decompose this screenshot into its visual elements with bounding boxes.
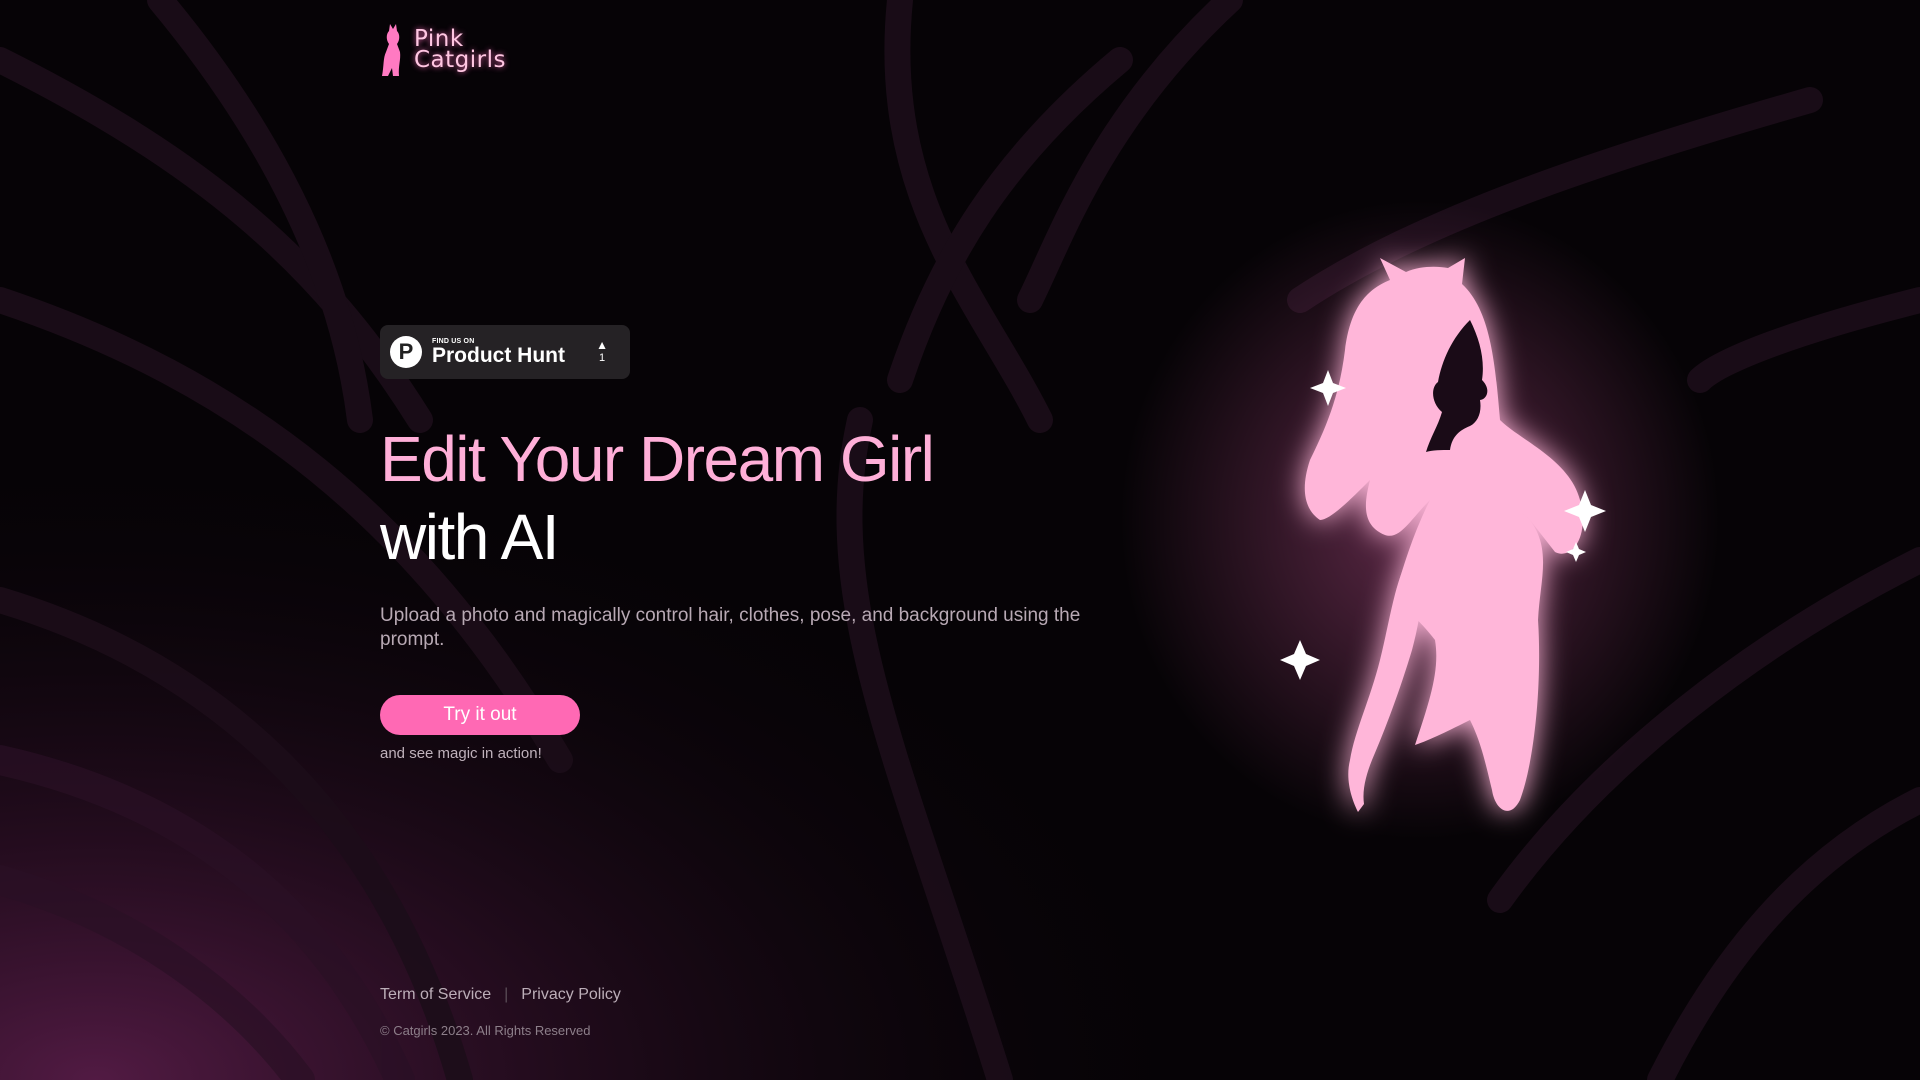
product-hunt-name: Product Hunt — [432, 343, 565, 367]
headline-line1: Edit Your Dream Girl — [380, 423, 935, 495]
catgirl-silhouette-illustration — [1280, 258, 1606, 812]
hero-subtitle: Upload a photo and magically control hai… — [380, 605, 1081, 650]
hero-headline: Edit Your Dream Girl with AI — [380, 420, 935, 576]
footer-separator: | — [504, 986, 509, 1003]
upvote-count: 1 — [598, 352, 606, 364]
terms-of-service-link[interactable]: Term of Service — [380, 986, 491, 1004]
product-hunt-badge[interactable]: P FIND US ON Product Hunt ▲ 1 — [380, 325, 630, 379]
headline-line2: with AI — [380, 501, 560, 573]
footer-links: Term of Service | Privacy Policy — [380, 986, 621, 1004]
catgirl-logo-icon — [382, 24, 401, 76]
brand-logo[interactable]: Pink Catgirls — [378, 22, 506, 78]
try-it-out-button[interactable]: Try it out — [380, 695, 580, 735]
upvote-counter: ▲ 1 — [596, 339, 608, 365]
product-hunt-logo-icon: P — [390, 336, 422, 368]
upvote-arrow-icon: ▲ — [596, 338, 608, 352]
brand-line2: Catgirls — [414, 47, 506, 73]
brand-name: Pink Catgirls — [414, 28, 506, 73]
privacy-policy-link[interactable]: Privacy Policy — [521, 986, 621, 1004]
cta-note: and see magic in action! — [380, 745, 542, 762]
copyright-text: © Catgirls 2023. All Rights Reserved — [380, 1023, 591, 1038]
